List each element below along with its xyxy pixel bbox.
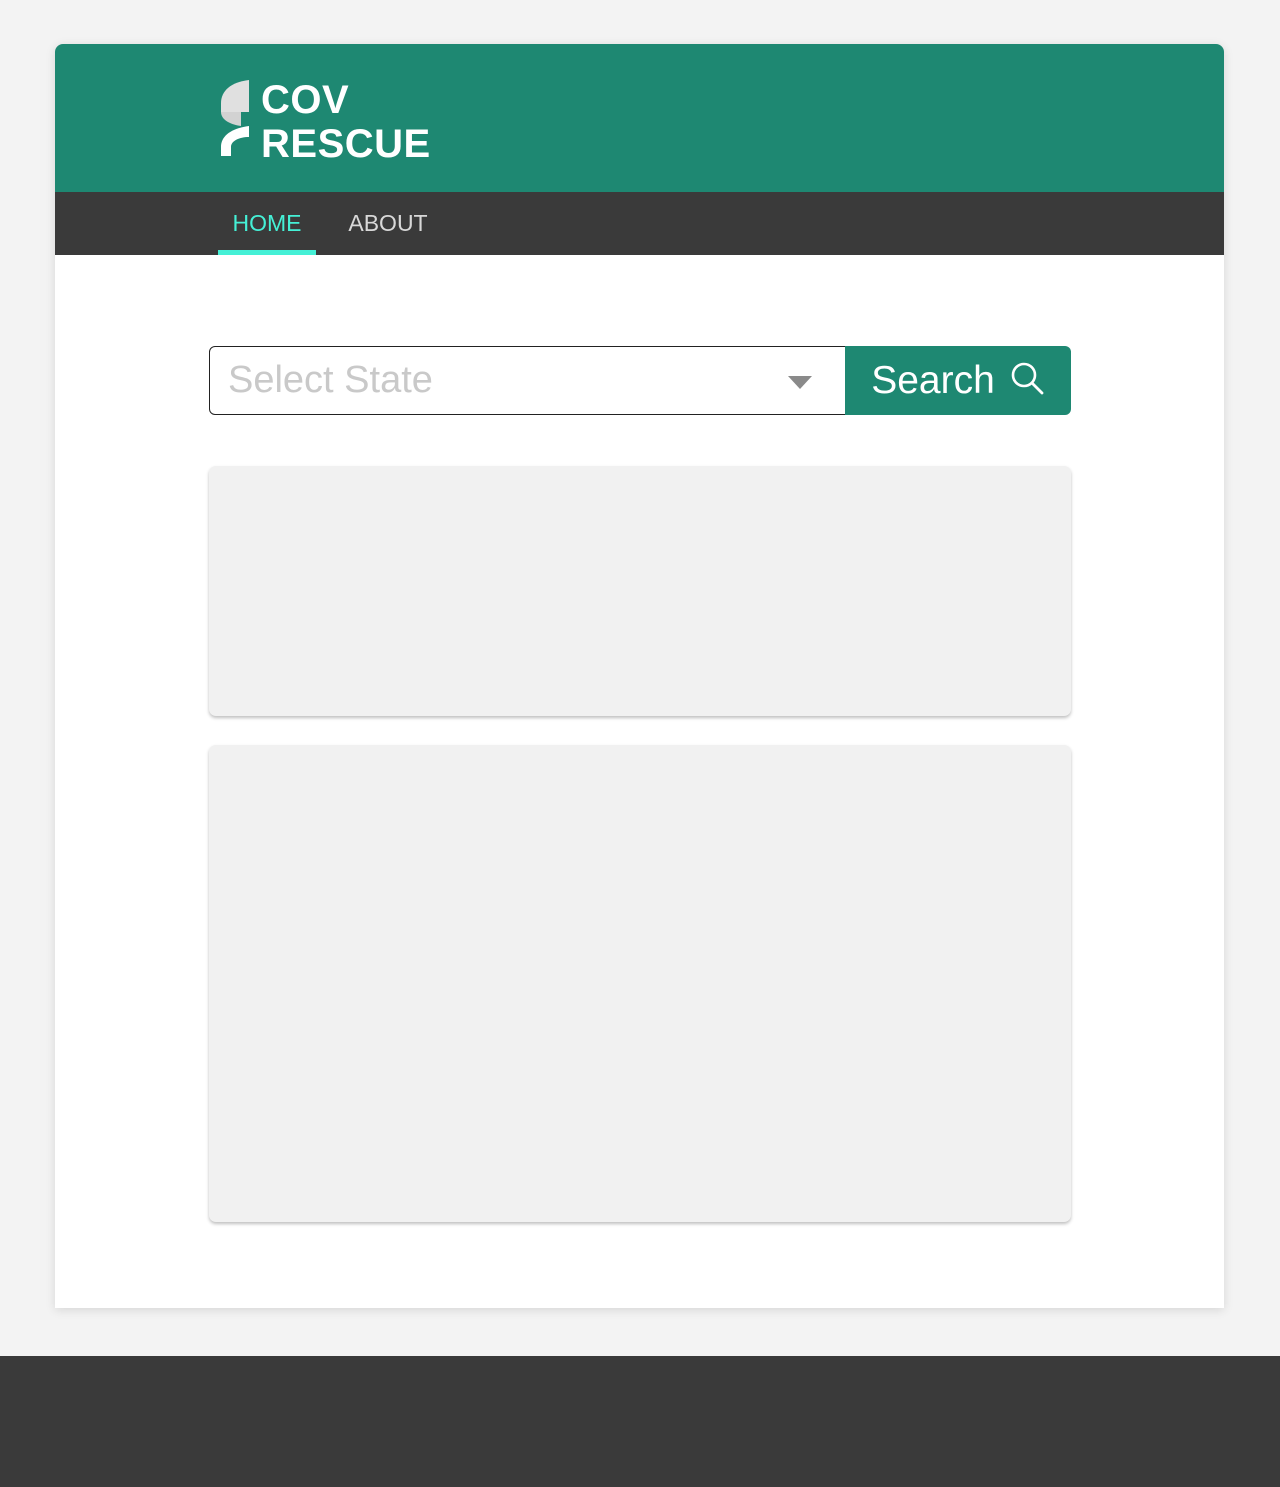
state-select[interactable]: Select State (209, 346, 846, 415)
search-row: Select State Search (209, 346, 1071, 415)
tab-about[interactable]: ABOUT (336, 192, 440, 255)
nav-bar: HOME ABOUT (55, 192, 1224, 255)
search-icon (1011, 362, 1044, 394)
brand-header: COV RESCUE (55, 44, 1224, 192)
logo-line-2: RESCUE (261, 122, 431, 166)
state-select-placeholder: Select State (228, 359, 433, 401)
logo-line-1: COV (261, 78, 350, 122)
app-card: COV RESCUE HOME ABOUT Select State Searc… (55, 44, 1224, 1308)
search-button[interactable]: Search (845, 346, 1071, 415)
content-panel-top (209, 466, 1071, 716)
cov-rescue-logo-mark-icon (221, 80, 249, 156)
search-button-label: Search (871, 358, 995, 402)
content-panel-bottom (209, 745, 1071, 1222)
tab-home[interactable]: HOME (218, 192, 316, 255)
logo[interactable]: COV RESCUE (219, 78, 431, 166)
logo-text: COV RESCUE (261, 78, 431, 166)
caret-down-icon[interactable] (788, 376, 812, 389)
footer (0, 1356, 1280, 1487)
